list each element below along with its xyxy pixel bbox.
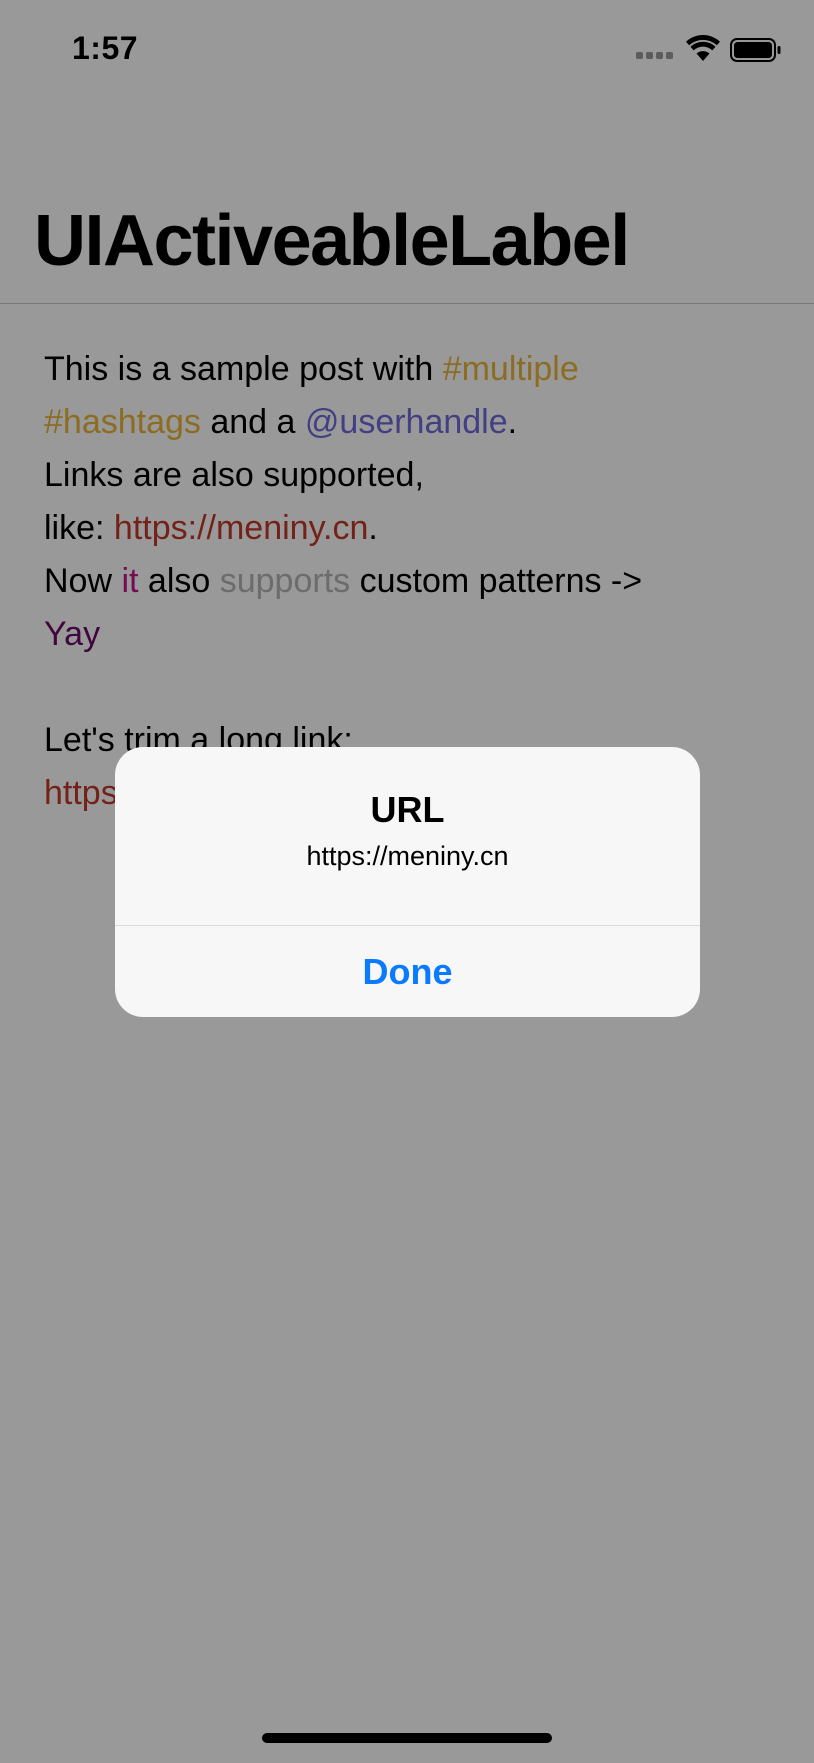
done-button[interactable]: Done [115,926,700,1017]
home-indicator[interactable] [262,1733,552,1743]
app-screen: 1:57 UIActiveableLabel This is a sample … [0,0,814,1763]
alert-dialog: URL https://meniny.cn Done [115,747,700,1017]
alert-message: https://meniny.cn [306,841,509,871]
alert-title: URL [370,789,445,830]
